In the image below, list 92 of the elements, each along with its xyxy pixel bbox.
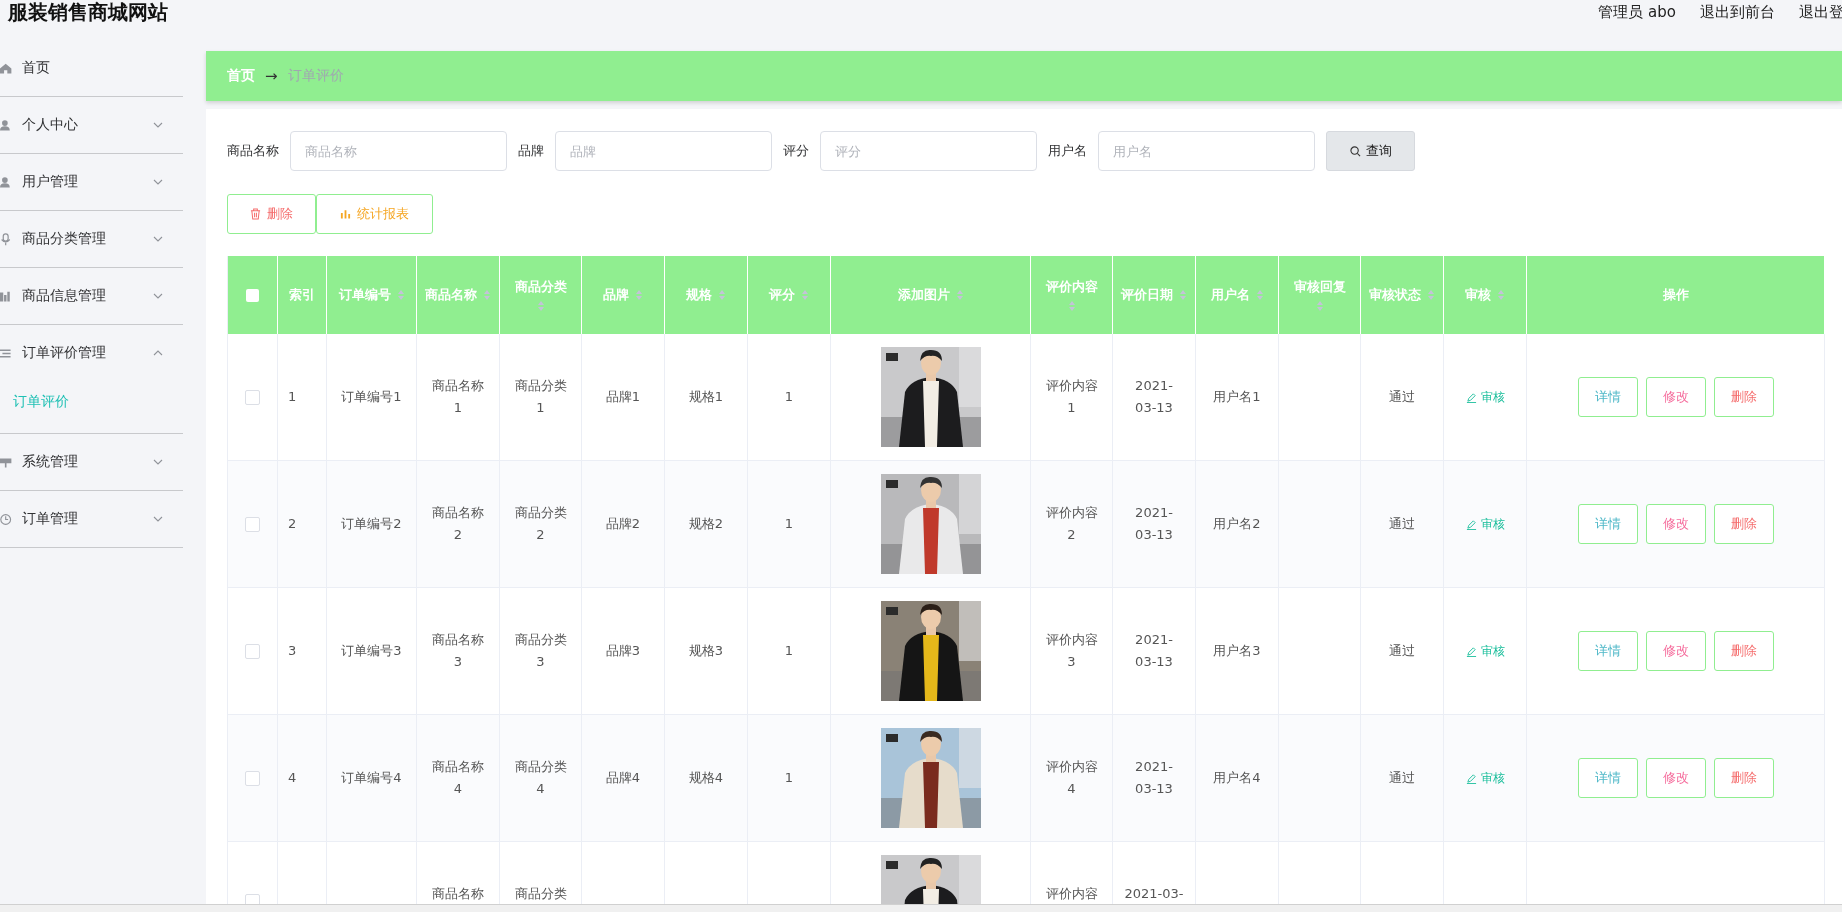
table-header[interactable]: 添加图片 — [831, 256, 1031, 334]
field-label: 用户名 — [1048, 142, 1087, 160]
field-label: 评分 — [783, 142, 809, 160]
audit-link[interactable]: 审核 — [1465, 767, 1505, 789]
column-title: 评分 — [769, 286, 795, 304]
column-title: 添加图片 — [897, 286, 950, 304]
table-cell: 评价内容2 — [1031, 461, 1113, 588]
delete-button[interactable]: 删除 — [1713, 377, 1774, 417]
menu-item[interactable]: 首页 — [0, 40, 183, 96]
table-header[interactable]: 评价日期 — [1113, 256, 1196, 334]
table-header[interactable]: 规格 — [665, 256, 748, 334]
menu-item[interactable]: 个人中心 — [0, 97, 183, 153]
edit-button[interactable]: 修改 — [1645, 631, 1706, 671]
table-cell: 2 — [278, 461, 327, 588]
table-cell: 4 — [278, 715, 327, 842]
delete-button[interactable]: 删除 — [1713, 504, 1774, 544]
edit-button[interactable]: 修改 — [1645, 504, 1706, 544]
column-title: 操作 — [1662, 286, 1689, 304]
table-cell: 1 — [748, 461, 831, 588]
table-cell: 2021-03-13 — [1113, 461, 1196, 588]
audit-link[interactable]: 审核 — [1465, 640, 1505, 662]
table-cell: 品牌2 — [582, 461, 665, 588]
menu-item[interactable]: 商品信息管理 — [0, 268, 183, 324]
detail-button[interactable]: 详情 — [1577, 758, 1638, 798]
table-header[interactable]: 评分 — [748, 256, 831, 334]
table-cell: 规格4 — [665, 715, 748, 842]
report-button[interactable]: 统计报表 — [316, 194, 433, 234]
column-title: 审核回复 — [1293, 278, 1346, 296]
table-header[interactable]: 用户名 — [1196, 256, 1279, 334]
table-cell: 1 — [748, 715, 831, 842]
delete-button[interactable]: 删除 — [227, 194, 316, 234]
menu-item[interactable]: 订单管理 — [0, 491, 183, 547]
audit-link[interactable]: 审核 — [1465, 513, 1505, 535]
table-cell: 订单编号2 — [327, 461, 417, 588]
breadcrumb-separator: → — [265, 67, 278, 85]
site-title: 服装销售商城网站 — [8, 0, 168, 24]
table-cell: 通过 — [1361, 715, 1444, 842]
detail-button[interactable]: 详情 — [1577, 504, 1638, 544]
delete-button[interactable]: 删除 — [1713, 758, 1774, 798]
search-field[interactable]: 品牌 — [555, 131, 772, 171]
audit-link[interactable]: 审核 — [1465, 386, 1505, 408]
column-title: 评价内容 — [1045, 278, 1098, 296]
breadcrumb-link[interactable]: 首页 — [227, 67, 255, 85]
column-title: 用户名 — [1210, 286, 1250, 304]
table-cell: 商品名称2 — [417, 461, 500, 588]
table-cell: 评价内容4 — [1031, 715, 1113, 842]
table-cell: 用户名2 — [1196, 461, 1279, 588]
table-cell: 品牌4 — [582, 715, 665, 842]
admin-link[interactable]: 管理员 abo — [1598, 1, 1676, 23]
table-header[interactable]: 评价内容 — [1031, 256, 1113, 334]
table-cell: 通过 — [1361, 461, 1444, 588]
breadcrumb-current: 订单评价 — [287, 67, 344, 85]
detail-button[interactable]: 详情 — [1577, 377, 1638, 417]
delete-button[interactable]: 删除 — [1713, 631, 1774, 671]
menu-item[interactable]: 商品分类管理 — [0, 211, 183, 267]
column-title: 审核 — [1465, 286, 1491, 304]
logout-link[interactable]: 退出到前台 — [1700, 1, 1775, 23]
menu-item[interactable]: 用户管理 — [0, 154, 183, 210]
menu-item[interactable]: 订单评价管理 — [0, 325, 183, 381]
column-title: 品牌 — [603, 286, 629, 304]
table-cell: 订单编号4 — [327, 715, 417, 842]
column-title: 评价日期 — [1121, 286, 1173, 304]
table-cell: 2021-03-13 — [1113, 715, 1196, 842]
column-title: 商品分类 — [514, 278, 567, 296]
table-header[interactable]: 商品名称 — [417, 256, 500, 334]
table-header[interactable]: 审核 — [1444, 256, 1527, 334]
detail-button[interactable]: 详情 — [1577, 631, 1638, 671]
table-cell: 规格2 — [665, 461, 748, 588]
table-header[interactable]: 审核状态 — [1361, 256, 1444, 334]
search-field[interactable]: 用户名 — [1098, 131, 1315, 171]
submenu-item[interactable]: 订单评价 — [0, 381, 183, 433]
column-title: 索引 — [289, 286, 315, 304]
table-header[interactable]: 审核回复 — [1279, 256, 1361, 334]
column-title: 审核状态 — [1369, 286, 1421, 304]
table-header[interactable]: 品牌 — [582, 256, 665, 334]
table-cell: 用户名4 — [1196, 715, 1279, 842]
table-cell: 商品分类4 — [500, 715, 582, 842]
table-header[interactable]: 商品分类 — [500, 256, 582, 334]
column-title: 商品名称 — [425, 286, 477, 304]
field-label: 品牌 — [518, 142, 544, 160]
table-cell: 商品分类2 — [500, 461, 582, 588]
column-title: 规格 — [686, 286, 712, 304]
table-cell: 商品名称4 — [417, 715, 500, 842]
field-label: 商品名称 — [227, 142, 279, 160]
table-header[interactable]: 订单编号 — [327, 256, 417, 334]
column-title: 订单编号 — [338, 286, 391, 304]
menu-item[interactable]: 系统管理 — [0, 434, 183, 490]
search-button[interactable]: 查询 — [1326, 131, 1415, 171]
search-field[interactable]: 商品名称 — [290, 131, 507, 171]
edit-button[interactable]: 修改 — [1645, 377, 1706, 417]
search-field[interactable]: 评分 — [820, 131, 1037, 171]
edit-button[interactable]: 修改 — [1645, 758, 1706, 798]
